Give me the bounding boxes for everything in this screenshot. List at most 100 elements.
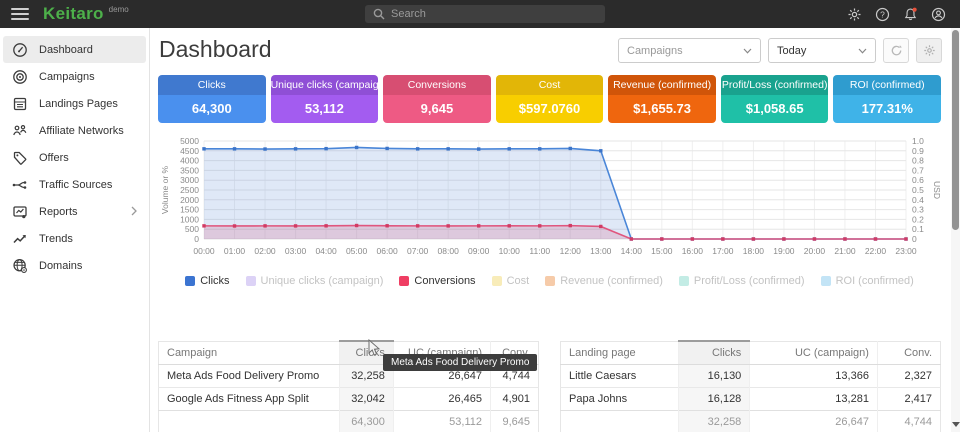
legend-item-unique-clicks-campaign[interactable]: Unique clicks (campaign) — [246, 275, 384, 287]
svg-text:1500: 1500 — [180, 205, 199, 215]
column-header-clicks[interactable]: Clicks — [679, 341, 750, 364]
svg-text:05:00: 05:00 — [346, 246, 368, 256]
sidebar-item-landings-pages[interactable]: Landings Pages — [3, 90, 146, 117]
svg-text:23:00: 23:00 — [895, 246, 917, 256]
document-icon — [12, 96, 28, 112]
legend-label: Revenue (confirmed) — [560, 275, 663, 287]
refresh-button[interactable] — [883, 38, 909, 63]
stat-card-value: 64,300 — [158, 95, 266, 123]
sidebar-item-traffic-sources[interactable]: Traffic Sources — [3, 171, 146, 198]
scrollbar-thumb[interactable] — [952, 30, 959, 230]
summary-tables: CampaignClicksUC (campaign)Conv.Meta Ads… — [158, 340, 941, 432]
svg-text:04:00: 04:00 — [315, 246, 337, 256]
row-name-cell: Papa Johns — [561, 387, 679, 410]
stat-card-label: Cost — [496, 75, 604, 95]
svg-text:21:00: 21:00 — [834, 246, 856, 256]
legend-label: ROI (confirmed) — [836, 275, 914, 287]
total-cell: 4,744 — [877, 410, 940, 432]
svg-text:0: 0 — [194, 234, 199, 244]
report-icon — [12, 204, 28, 220]
target-icon — [12, 69, 28, 85]
stat-card-unique-clicks-campaign[interactable]: Unique clicks (campaign) 53,112 — [271, 75, 379, 123]
legend-swatch — [492, 276, 502, 286]
svg-text:09:00: 09:00 — [468, 246, 490, 256]
sidebar-item-affiliate-networks[interactable]: Affiliate Networks — [3, 117, 146, 144]
menu-toggle-icon[interactable] — [11, 8, 29, 20]
page-scrollbar[interactable] — [951, 28, 960, 432]
sidebar-item-label: Trends — [39, 233, 73, 245]
table-row[interactable]: Little Caesars16,13013,3662,327 — [561, 364, 941, 387]
notifications-icon[interactable] — [903, 7, 918, 22]
settings-icon[interactable] — [847, 7, 862, 22]
svg-text:3000: 3000 — [180, 175, 199, 185]
scrollbar-down-arrow-icon[interactable] — [951, 420, 960, 429]
legend-item-profit-loss-confirmed[interactable]: Profit/Loss (confirmed) — [679, 275, 805, 287]
sidebar-item-campaigns[interactable]: Campaigns — [3, 63, 146, 90]
value-cell: 2,417 — [877, 387, 940, 410]
chevron-right-icon — [131, 203, 137, 221]
svg-text:19:00: 19:00 — [773, 246, 795, 256]
global-search[interactable] — [365, 5, 605, 23]
sidebar-item-label: Landings Pages — [39, 98, 118, 110]
svg-text:0.7: 0.7 — [912, 165, 924, 175]
campaigns-filter-select[interactable]: Campaigns — [618, 38, 761, 63]
stat-card-conversions[interactable]: Conversions 9,645 — [383, 75, 491, 123]
svg-text:18:00: 18:00 — [743, 246, 765, 256]
column-header-campaign[interactable]: Campaign — [159, 341, 340, 364]
sidebar-item-label: Dashboard — [39, 44, 93, 56]
dashboard-settings-button[interactable] — [916, 38, 942, 63]
column-header-uc-campaign[interactable]: UC (campaign) — [750, 341, 878, 364]
value-cell: 16,130 — [679, 364, 750, 387]
sidebar-item-trends[interactable]: Trends — [3, 225, 146, 252]
svg-text:?: ? — [880, 9, 885, 19]
column-header-landing-page[interactable]: Landing page — [561, 341, 679, 364]
account-icon[interactable] — [931, 7, 946, 22]
page-title: Dashboard — [159, 36, 272, 63]
svg-text:07:00: 07:00 — [407, 246, 429, 256]
legend-item-cost[interactable]: Cost — [492, 275, 530, 287]
total-cell: 32,258 — [679, 410, 750, 432]
help-icon[interactable]: ? — [875, 7, 890, 22]
legend-item-conversions[interactable]: Conversions — [399, 275, 475, 287]
stat-card-cost[interactable]: Cost $597.0760 — [496, 75, 604, 123]
row-name-cell: Little Caesars — [561, 364, 679, 387]
topbar-icons: ? — [847, 0, 946, 28]
svg-text:00:00: 00:00 — [193, 246, 215, 256]
svg-text:Volume or %: Volume or % — [160, 165, 170, 214]
stat-card-label: Profit/Loss (confirmed) — [721, 75, 829, 95]
stat-card-revenue-confirmed[interactable]: Revenue (confirmed) $1,655.73 — [608, 75, 716, 123]
svg-text:4500: 4500 — [180, 146, 199, 156]
sidebar-item-offers[interactable]: Offers — [3, 144, 146, 171]
table-header-row: Landing pageClicksUC (campaign)Conv. — [561, 341, 941, 364]
totals-row: 32,25826,6474,744 — [561, 410, 941, 432]
legend-swatch — [679, 276, 689, 286]
svg-text:10:00: 10:00 — [499, 246, 521, 256]
date-range-select[interactable]: Today — [768, 38, 876, 63]
stat-cards: Clicks 64,300Unique clicks (campaign) 53… — [158, 75, 941, 123]
people-icon — [12, 123, 28, 139]
value-cell: 32,042 — [339, 387, 393, 410]
sidebar-item-label: Traffic Sources — [39, 179, 112, 191]
legend-item-revenue-confirmed[interactable]: Revenue (confirmed) — [545, 275, 663, 287]
stat-card-profit-loss-confirmed[interactable]: Profit/Loss (confirmed) $1,058.65 — [721, 75, 829, 123]
legend-swatch — [246, 276, 256, 286]
legend-label: Clicks — [200, 275, 229, 287]
search-icon — [373, 8, 385, 20]
notification-dot — [913, 7, 917, 11]
brand-logo[interactable]: Keitaro — [43, 4, 104, 24]
svg-text:0.1: 0.1 — [912, 224, 924, 234]
stat-card-roi-confirmed[interactable]: ROI (confirmed) 177.31% — [833, 75, 941, 123]
svg-text:12:00: 12:00 — [560, 246, 582, 256]
keitaro-dashboard: Keitaro demo ? Dashboard Campaigns Landi… — [0, 0, 960, 432]
stat-card-clicks[interactable]: Clicks 64,300 — [158, 75, 266, 123]
sidebar-item-dashboard[interactable]: Dashboard — [3, 36, 146, 63]
table-row[interactable]: Papa Johns16,12813,2812,417 — [561, 387, 941, 410]
legend-item-clicks[interactable]: Clicks — [185, 275, 229, 287]
sidebar-item-domains[interactable]: Domains — [3, 252, 146, 279]
chart-canvas: 0500100015002000250030003500400045005000… — [158, 133, 941, 265]
table-row[interactable]: Google Ads Fitness App Split32,04226,465… — [159, 387, 539, 410]
sidebar-item-reports[interactable]: Reports — [3, 198, 146, 225]
column-header-conv[interactable]: Conv. — [877, 341, 940, 364]
search-input[interactable] — [391, 8, 581, 20]
legend-item-roi-confirmed[interactable]: ROI (confirmed) — [821, 275, 914, 287]
